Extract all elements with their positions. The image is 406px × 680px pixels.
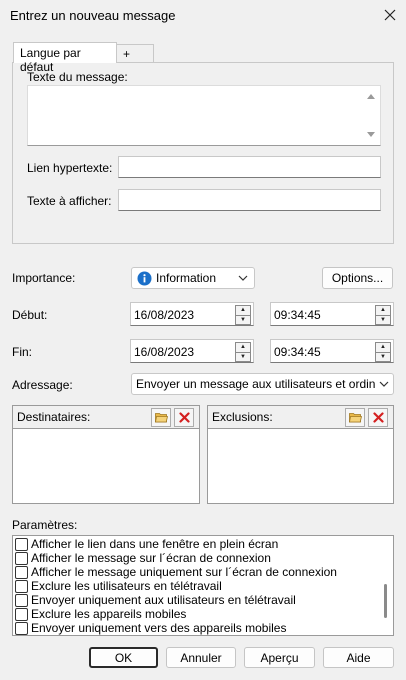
importance-label: Importance: <box>12 271 76 285</box>
param-row-exclude-remote[interactable]: Exclure les utilisateurs en télétravail <box>13 579 379 593</box>
start-time-input[interactable]: 09:34:45 ▲ ▼ <box>270 302 394 326</box>
param-label: Exclure les appareils mobiles <box>31 607 187 621</box>
recipients-list[interactable] <box>13 429 199 503</box>
param-label: Envoyer uniquement vers des appareils mo… <box>31 621 287 635</box>
help-button[interactable]: Aide <box>323 647 394 668</box>
exclusions-panel: Exclusions: <box>207 405 394 504</box>
delete-icon <box>372 412 384 423</box>
message-text-area[interactable] <box>27 85 381 146</box>
exclusions-label: Exclusions: <box>212 410 273 424</box>
start-label: Début: <box>12 308 48 322</box>
addressing-value: Envoyer un message aux utilisateurs et o… <box>136 377 375 391</box>
start-date-spinner[interactable]: ▲ ▼ <box>235 305 251 325</box>
dialog-title: Entrez un nouveau message <box>10 8 176 23</box>
addressing-label: Adressage: <box>12 378 73 392</box>
hyperlink-label: Lien hypertexte: <box>27 161 113 175</box>
scroll-up-icon[interactable] <box>364 90 378 102</box>
cancel-button[interactable]: Annuler <box>166 647 236 668</box>
param-row-logon-screen[interactable]: Afficher le message sur l´écran de conne… <box>13 551 379 565</box>
param-row-exclude-mobile[interactable]: Exclure les appareils mobiles <box>13 607 379 621</box>
exclusions-list[interactable] <box>208 429 393 503</box>
importance-value: Information <box>156 271 217 285</box>
close-button[interactable] <box>380 5 400 25</box>
recipients-label: Destinataires: <box>17 410 91 424</box>
display-text-input[interactable] <box>118 189 381 211</box>
folder-open-icon <box>348 413 362 423</box>
end-date-value: 16/08/2023 <box>134 345 195 359</box>
tab-add-language-label: + <box>123 47 131 61</box>
exclusions-header: Exclusions: <box>208 406 393 429</box>
folder-open-icon <box>154 413 168 423</box>
checkbox[interactable] <box>15 593 28 607</box>
tab-default-language[interactable]: Langue par défaut <box>13 42 117 74</box>
checkbox[interactable] <box>15 621 28 635</box>
display-text-label: Texte à afficher: <box>27 194 112 208</box>
start-time-spinner[interactable]: ▲ ▼ <box>375 305 391 325</box>
end-time-spinner[interactable]: ▲ ▼ <box>375 342 391 362</box>
importance-select[interactable]: Information <box>131 267 255 289</box>
param-row-fullscreen-link[interactable]: Afficher le lien dans une fenêtre en ple… <box>13 537 379 551</box>
start-date-value: 16/08/2023 <box>134 308 195 322</box>
param-label: Afficher le message sur l´écran de conne… <box>31 551 271 565</box>
param-row-logon-screen-only[interactable]: Afficher le message uniquement sur l´écr… <box>13 565 379 579</box>
checkbox[interactable] <box>15 551 28 565</box>
end-time-input[interactable]: 09:34:45 ▲ ▼ <box>270 339 394 363</box>
parameters-label: Paramètres: <box>12 518 78 532</box>
param-row-mobile-only[interactable]: Envoyer uniquement vers des appareils mo… <box>13 621 379 635</box>
end-date-input[interactable]: 16/08/2023 ▲ ▼ <box>130 339 254 363</box>
scroll-down-icon[interactable] <box>364 129 378 141</box>
delete-icon <box>178 412 190 423</box>
recipients-panel: Destinataires: <box>12 405 200 504</box>
recipients-header: Destinataires: <box>13 406 199 429</box>
parameters-list: Afficher le lien dans une fenêtre en ple… <box>12 535 394 636</box>
ok-button[interactable]: OK <box>89 647 158 668</box>
addressing-select[interactable]: Envoyer un message aux utilisateurs et o… <box>131 373 394 395</box>
chevron-down-icon <box>379 380 389 388</box>
hyperlink-input[interactable] <box>118 156 381 178</box>
param-row-remote-only[interactable]: Envoyer uniquement aux utilisateurs en t… <box>13 593 379 607</box>
checkbox[interactable] <box>15 579 28 593</box>
end-time-value: 09:34:45 <box>274 345 321 359</box>
exclusions-add-button[interactable] <box>345 408 365 427</box>
preview-button[interactable]: Aperçu <box>244 647 315 668</box>
chevron-down-icon <box>238 274 248 282</box>
param-label: Afficher le lien dans une fenêtre en ple… <box>31 537 279 551</box>
info-icon <box>137 271 152 286</box>
start-time-value: 09:34:45 <box>274 308 321 322</box>
recipients-add-button[interactable] <box>151 408 171 427</box>
recipients-remove-button[interactable] <box>174 408 194 427</box>
tab-add-language[interactable]: + <box>116 44 154 63</box>
end-label: Fin: <box>12 345 33 359</box>
parameters-scrollbar[interactable] <box>384 584 387 618</box>
close-icon <box>384 9 396 21</box>
end-date-spinner[interactable]: ▲ ▼ <box>235 342 251 362</box>
param-label: Envoyer uniquement aux utilisateurs en t… <box>31 593 296 607</box>
param-label: Afficher le message uniquement sur l´écr… <box>31 565 337 579</box>
checkbox[interactable] <box>15 565 28 579</box>
param-label: Exclure les utilisateurs en télétravail <box>31 579 222 593</box>
checkbox[interactable] <box>15 537 28 551</box>
exclusions-remove-button[interactable] <box>368 408 388 427</box>
start-date-input[interactable]: 16/08/2023 ▲ ▼ <box>130 302 254 326</box>
checkbox[interactable] <box>15 607 28 621</box>
options-button[interactable]: Options... <box>322 267 393 289</box>
